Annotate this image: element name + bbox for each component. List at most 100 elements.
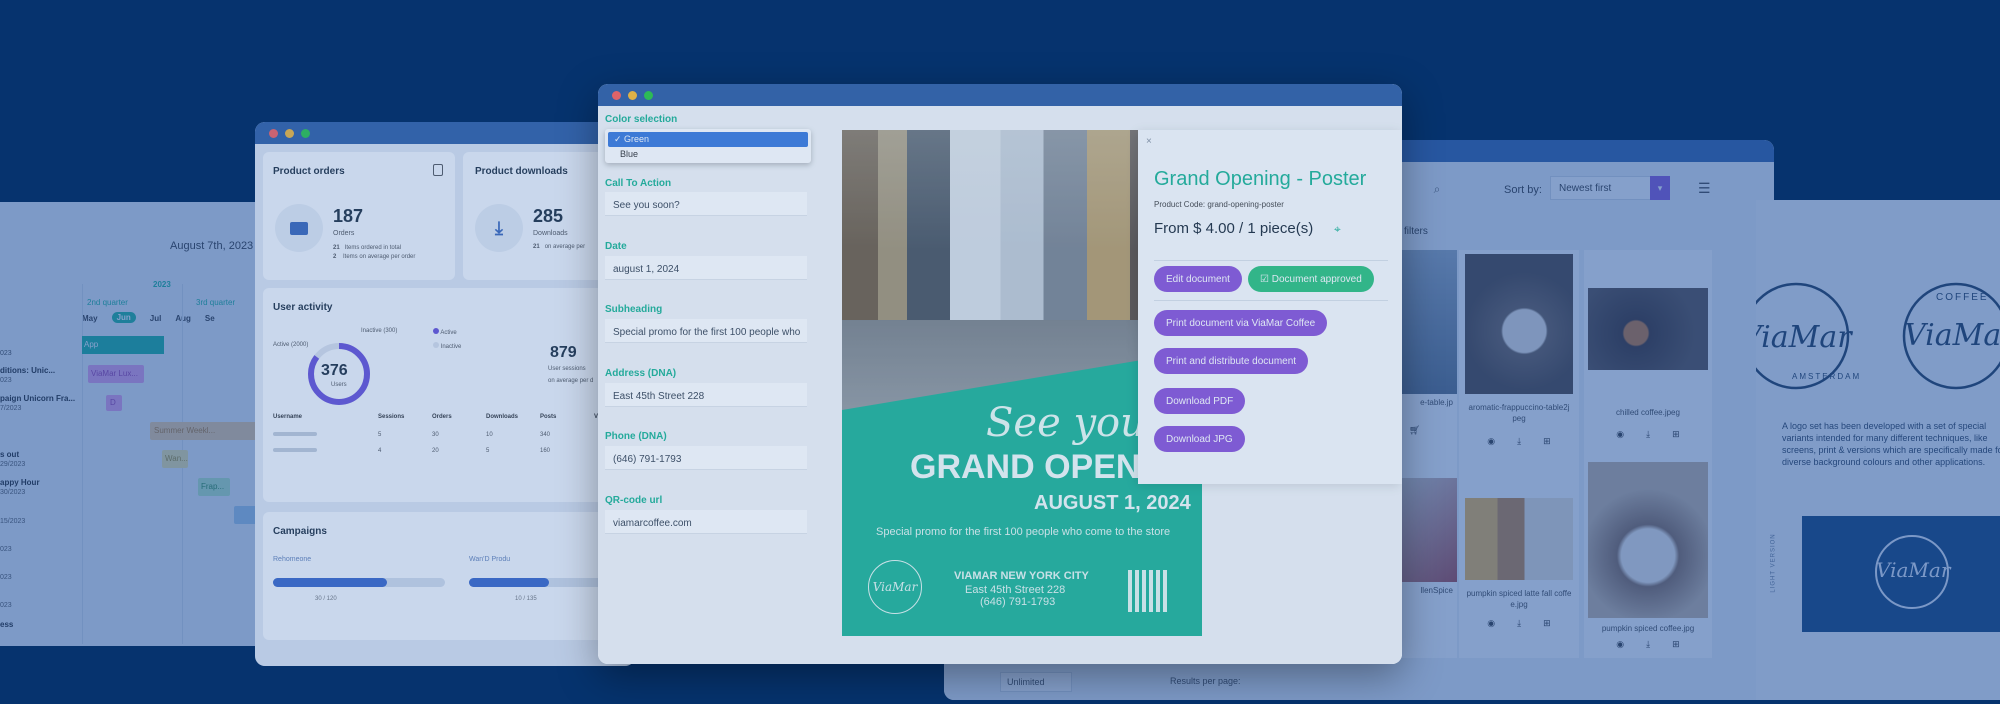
download-icon[interactable]: ⤓ [1646,429,1650,440]
orders-stats: 21 Items ordered in total 2 Items on ave… [333,245,416,260]
search-icon[interactable]: ⌕ [1424,178,1450,200]
poster-date: AUGUST 1, 2024 [1034,492,1191,514]
eye-icon[interactable]: ◉ [1616,639,1624,650]
minimize-dot[interactable] [285,128,294,138]
download-jpg-button[interactable]: Download JPG [1154,426,1245,452]
clipboard-icon[interactable] [433,164,443,176]
close-dot[interactable] [269,128,278,138]
tile-caption: pumpkin spiced latte fall coffe e.jpg [1466,589,1572,609]
maximize-dot[interactable] [301,128,310,138]
cal-row-1-title: ditions: Unic... [0,366,56,375]
cart-icon[interactable]: ⊞ [1543,618,1551,629]
address-input[interactable]: East 45th Street 228 [605,383,807,407]
cart-icon[interactable]: ⊞ [1672,639,1680,650]
calendar-window: August 7th, 2023 2023 2nd quarter 3rd qu… [0,202,270,646]
activity-title: User activity [273,302,333,313]
price-tag-icon[interactable]: ⌖ [1334,222,1341,237]
qr-url-input[interactable]: viamarcoffee.com [605,510,807,534]
gallery-tile[interactable]: aromatic-frappuccino-table2j peg ◉ ⤓ ⊞ [1459,250,1579,478]
month-sep[interactable]: Se [205,314,215,323]
cal-row-0-title: 023 [0,350,12,357]
month-row: May Jun Jul Aug Se [82,312,215,323]
table-row[interactable]: 4 20 5 160 [273,448,633,454]
tile-actions: ◉ ⤓ ⊞ [1459,618,1579,629]
gallery-tile[interactable]: e-table.jp 🛒︎ [1399,250,1457,478]
logo-city: AMSTERDAM [1792,372,1862,381]
cart-icon[interactable]: ⊞ [1672,429,1680,440]
inactive-label: Inactive (300) [361,328,398,334]
campaign-name[interactable]: Wan'D Produ [469,556,510,563]
sort-dropdown-button[interactable]: ▾ [1650,176,1670,200]
activity-card: User activity 376 Users Active (2000) In… [263,288,635,502]
cart-icon[interactable]: 🛒︎ [1399,411,1457,436]
subheading-input[interactable]: Special promo for the first 100 people w… [605,319,807,343]
download-icon[interactable]: ⤓ [1517,618,1521,629]
gallery-tile[interactable]: pumpkin spiced latte fall coffe e.jpg ◉ ⤓… [1459,478,1579,658]
filters-link[interactable]: filters [1404,226,1428,237]
logo-brand: ViaMar [1904,318,2000,353]
month-aug[interactable]: Aug [175,314,191,323]
table-row[interactable]: 5 30 10 340 [273,432,633,438]
phone-input[interactable]: (646) 791-1793 [605,446,807,470]
print-via-button[interactable]: Print document via ViaMar Coffee [1154,310,1328,336]
month-may[interactable]: May [82,314,98,323]
cal-row-6-date: 15/2023 [0,518,26,525]
downloads-label: Downloads [533,230,568,237]
minimize-dot[interactable] [628,90,637,100]
edit-document-button[interactable]: Edit document [1154,266,1242,292]
gallery-tile[interactable]: chilled coffee.jpeg ◉ ⤓ ⊞ [1584,250,1712,478]
color-option-green[interactable]: ✓ Green [608,132,808,147]
close-icon[interactable]: × [1146,136,1152,147]
activity-legend: Active Inactive [433,328,461,350]
tile-actions: ◉ ⤓ ⊞ [1459,428,1579,447]
editor-window: Color selection ✓ Green Blue Call To Act… [598,84,1402,664]
eye-icon[interactable]: ◉ [1616,429,1624,440]
cal-event-bar[interactable]: App [82,336,164,354]
cta-input[interactable]: See you soon? [605,192,807,216]
color-option-blue[interactable]: Blue [605,147,811,161]
product-image [1588,288,1708,370]
logo-coffee: COFFEE [1936,292,1989,303]
campaigns-title: Campaigns [273,526,327,537]
cal-row-5-date: 30/2023 [0,489,26,496]
cal-event-bar[interactable]: D [106,395,122,411]
eye-icon[interactable]: ◉ [1487,436,1495,447]
eye-icon[interactable]: ◉ [1487,618,1495,629]
tile-caption: pumpkin spiced coffee.jpg [1601,624,1695,633]
campaign-name[interactable]: Rehomeone [273,556,311,563]
donut-label: Users [331,382,347,388]
print-distribute-button[interactable]: Print and distribute document [1154,348,1309,374]
poster-phone: (646) 791-1793 [980,596,1056,608]
logo-side-label: LIGHT VERSION [1770,533,1777,593]
card-icon [275,204,323,252]
calendar-year: 2023 [153,280,171,289]
cal-event-bar[interactable]: Summer Weekl... [150,422,260,440]
month-jun[interactable]: Jun [111,312,136,323]
cal-event-bar[interactable]: Wan... [162,450,188,468]
product-image [1399,250,1457,394]
color-dropdown[interactable]: ✓ Green Blue [605,129,811,163]
download-icon[interactable]: ⤓ [1517,436,1521,447]
gallery-tile[interactable]: llenSpice [1399,478,1457,658]
maximize-dot[interactable] [644,90,653,100]
cart-icon[interactable]: ⊞ [1543,436,1551,447]
date-input[interactable]: august 1, 2024 [605,256,807,280]
cal-row-5-title: appy Hour [0,478,40,487]
cal-event-bar[interactable]: ViaMar Lux... [88,365,144,383]
product-image [1465,254,1573,394]
close-dot[interactable] [612,90,621,100]
pagination-select[interactable]: Unlimited [1000,672,1072,692]
date-label: Date [605,241,627,252]
poster-logo: ViaMar [868,560,922,614]
cal-event-bar[interactable]: Frap... [198,478,230,496]
download-pdf-button[interactable]: Download PDF [1154,388,1246,414]
month-jul[interactable]: Jul [150,314,162,323]
campaign-sub: 10 / 135 [515,596,537,602]
list-view-icon[interactable]: ☰ [1698,180,1711,197]
product-price: From $ 4.00 / 1 piece(s) [1154,220,1314,237]
gallery-tile[interactable]: pumpkin spiced coffee.jpg ◉ ⤓ ⊞ [1584,458,1712,658]
downloads-value: 285 [533,206,564,226]
document-approved-button[interactable]: ☑ Document approved [1248,266,1374,292]
active-label: Active (2000) [273,342,309,348]
download-icon[interactable]: ⤓ [1646,639,1650,650]
